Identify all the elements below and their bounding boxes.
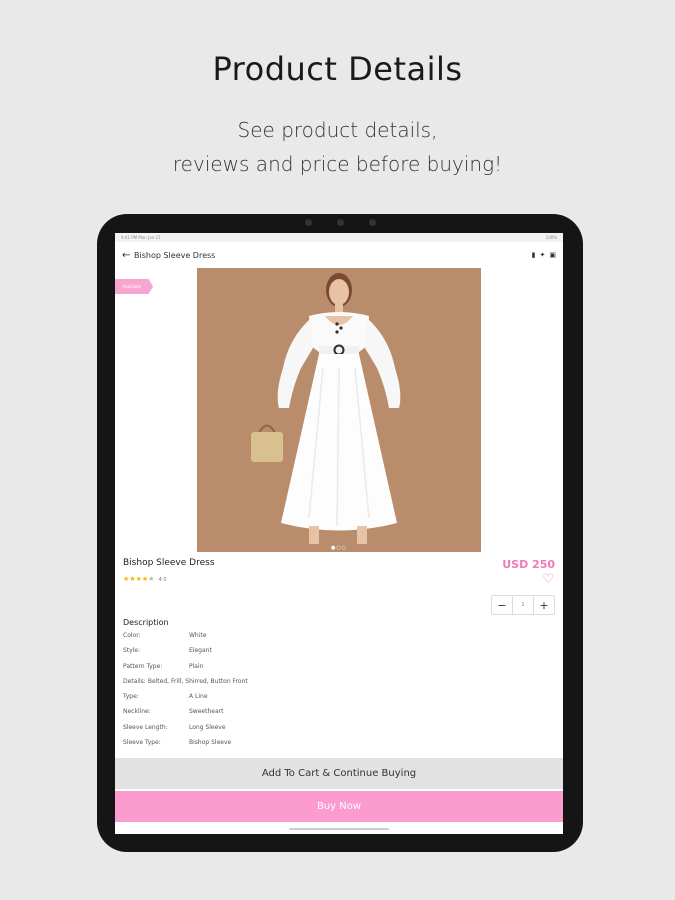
description-row: Neckline: Sweetheart — [123, 708, 248, 723]
description-value: Long Sleeve — [189, 723, 226, 731]
description-key: Neckline: — [123, 708, 151, 716]
product-info: Bishop Sleeve Dress USD 250 ★★★★★ 4.0 ♡ … — [115, 558, 563, 758]
status-bar: 9:41 PM Mon Jan 21 100% — [115, 233, 563, 242]
description-key: Style: — [123, 647, 141, 655]
home-indicator[interactable] — [289, 828, 389, 830]
description-key: Details: — [123, 677, 146, 685]
cart-icon[interactable]: ▣ — [549, 251, 556, 259]
description-value: White — [189, 632, 207, 639]
description-heading: Description — [123, 618, 169, 627]
sensor-dot — [305, 219, 312, 226]
description-row: Pattern Type: Plain — [123, 663, 248, 678]
gallery-page-dots[interactable]: ●○○ — [115, 545, 563, 551]
product-name: Bishop Sleeve Dress — [123, 558, 215, 568]
promo-subtitle-line1: See product details, — [237, 118, 438, 142]
product-price: USD 250 — [502, 558, 555, 571]
app-screen: 9:41 PM Mon Jan 21 100% ← Bishop Sleeve … — [115, 233, 563, 834]
dress-illustration — [197, 268, 481, 552]
product-photo[interactable] — [197, 268, 481, 552]
increment-button[interactable]: + — [534, 596, 554, 614]
description-value: Bishop Sleeve — [189, 739, 232, 747]
description-row: Style: Elegant — [123, 647, 248, 662]
share-icon[interactable]: ✦ — [540, 251, 546, 259]
description-value: A Line — [189, 693, 208, 701]
description-value: Elegant — [189, 647, 212, 655]
sensor-dot — [369, 219, 376, 226]
status-time: 9:41 PM Mon Jan 21 — [121, 235, 161, 240]
wishlist-heart-icon[interactable]: ♡ — [542, 572, 554, 587]
description-key: Pattern Type: — [123, 662, 163, 670]
page-title: Bishop Sleeve Dress — [134, 250, 216, 260]
description-section: Description Color: White Style: Elegant Pa… — [123, 618, 248, 754]
description-row: Details: Belted, Frill, Shirred, Button F… — [123, 678, 248, 693]
description-key: Color: — [123, 632, 141, 639]
description-row: Color: White — [123, 632, 248, 647]
decrement-button[interactable]: − — [492, 596, 512, 614]
description-value: Sweetheart — [189, 708, 224, 716]
promo-subtitle: See product details, reviews and price b… — [0, 113, 675, 181]
description-row: Sleeve Type: Bishop Sleeve — [123, 739, 248, 754]
tablet-frame: 9:41 PM Mon Jan 21 100% ← Bishop Sleeve … — [97, 214, 583, 852]
status-battery: 100% — [545, 235, 557, 240]
app-bar: ← Bishop Sleeve Dress ▮ ✦ ▣ — [115, 242, 563, 268]
description-value: Plain — [189, 662, 204, 670]
back-arrow-icon[interactable]: ← — [122, 250, 134, 261]
quantity-stepper: − 1 + — [491, 595, 555, 615]
quantity-value[interactable]: 1 — [512, 596, 534, 614]
description-key: Sleeve Type: — [123, 739, 161, 747]
buy-now-button[interactable]: Buy Now — [115, 791, 563, 822]
description-key: Type: — [123, 693, 139, 701]
chat-icon[interactable]: ▮ — [532, 251, 536, 259]
description-row: Sleeve Length: Long Sleeve — [123, 724, 248, 739]
star-empty-icon: ★ — [148, 575, 155, 583]
promo-subtitle-line2: reviews and price before buying! — [172, 152, 503, 176]
app-bar-actions: ▮ ✦ ▣ — [532, 251, 556, 259]
product-gallery[interactable]: Available ●○○ — [115, 268, 563, 558]
add-to-cart-button[interactable]: Add To Cart & Continue Buying — [115, 758, 563, 789]
rating-stars: ★★★★★ 4.0 — [123, 575, 167, 583]
rating-value: 4.0 — [158, 577, 167, 583]
camera-dot — [337, 219, 344, 226]
description-key: Sleeve Length: — [123, 723, 168, 731]
description-row: Type: A Line — [123, 693, 248, 708]
availability-badge: Available — [115, 279, 154, 294]
promo-title: Product Details — [212, 50, 463, 88]
description-value: Belted, Frill, Shirred, Button Front — [147, 677, 248, 685]
